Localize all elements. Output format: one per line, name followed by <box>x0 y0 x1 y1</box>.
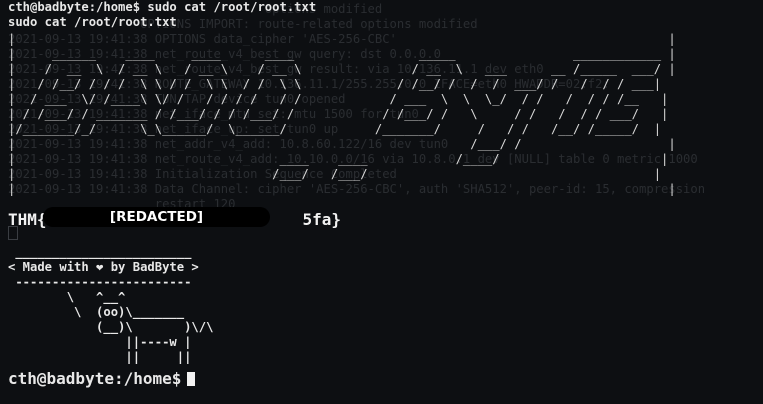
banner-art-line: | / /___/ / _______ / /___/ / / /___/ / … <box>8 107 669 121</box>
shell-prompt[interactable]: cth@badbyte:/home$ <box>8 369 196 388</box>
banner-art-line: | | <box>8 32 676 46</box>
cowsay-line: || || <box>8 350 192 364</box>
banner-art-line: | / /__/ / / / \ \ / / \ \ / / \ \ / /__… <box>8 77 662 91</box>
cowsay-line: \ ^__^ <box>8 290 126 304</box>
empty-glyph-box <box>8 226 18 240</box>
banner-art-line: | / ___ \/ /____\ \/ / / / / / / / / ___… <box>8 92 669 106</box>
command-line: cth@badbyte:/home$ sudo cat /root/root.t… <box>8 0 317 14</box>
prompt-text: cth@badbyte:/home$ <box>8 369 182 388</box>
banner-art-line: | ______ ____ ____ ____ _____ __________… <box>8 47 676 61</box>
cowsay-line: < Made with ❤ by BadByte > <box>8 260 199 274</box>
terminal-window[interactable]: options modified OPTIONS IMPORT: route-r… <box>0 0 763 404</box>
cowsay-line: ------------------------ <box>8 275 192 289</box>
badbyte-ascii-banner: | | | ______ ____ ____ ____ _____ _______… <box>8 32 676 197</box>
cowsay-output: ________________________ < Made with ❤ by… <box>8 245 213 365</box>
redaction-bar: [REDACTED] <box>43 207 270 227</box>
cowsay-line: ________________________ <box>8 245 192 259</box>
text-cursor <box>187 372 196 386</box>
cowsay-line: \ (oo)\_______ <box>8 305 185 319</box>
banner-art-line: | /___/ /___/ | <box>8 167 662 181</box>
banner-art-line: | | <box>8 182 676 196</box>
banner-art-line: | ____ ____ /____/ | <box>8 152 669 166</box>
banner-art-line: | / __ \ / __ \ / __ \ / __ \ / __ \ ___… <box>8 62 676 76</box>
cowsay-line: (__)\ )\/\ <box>8 320 214 334</box>
redacted-label: [REDACTED] <box>109 209 204 225</box>
echo-line: sudo cat /root/root.txt <box>8 15 177 29</box>
cowsay-line: ||----w | <box>8 335 192 349</box>
banner-art-line: |/_______/_/ \_\______/ \______/ /______… <box>8 122 662 136</box>
banner-art-line: | /___/ / | <box>8 137 676 151</box>
flag-suffix: 5fa} <box>302 210 341 229</box>
